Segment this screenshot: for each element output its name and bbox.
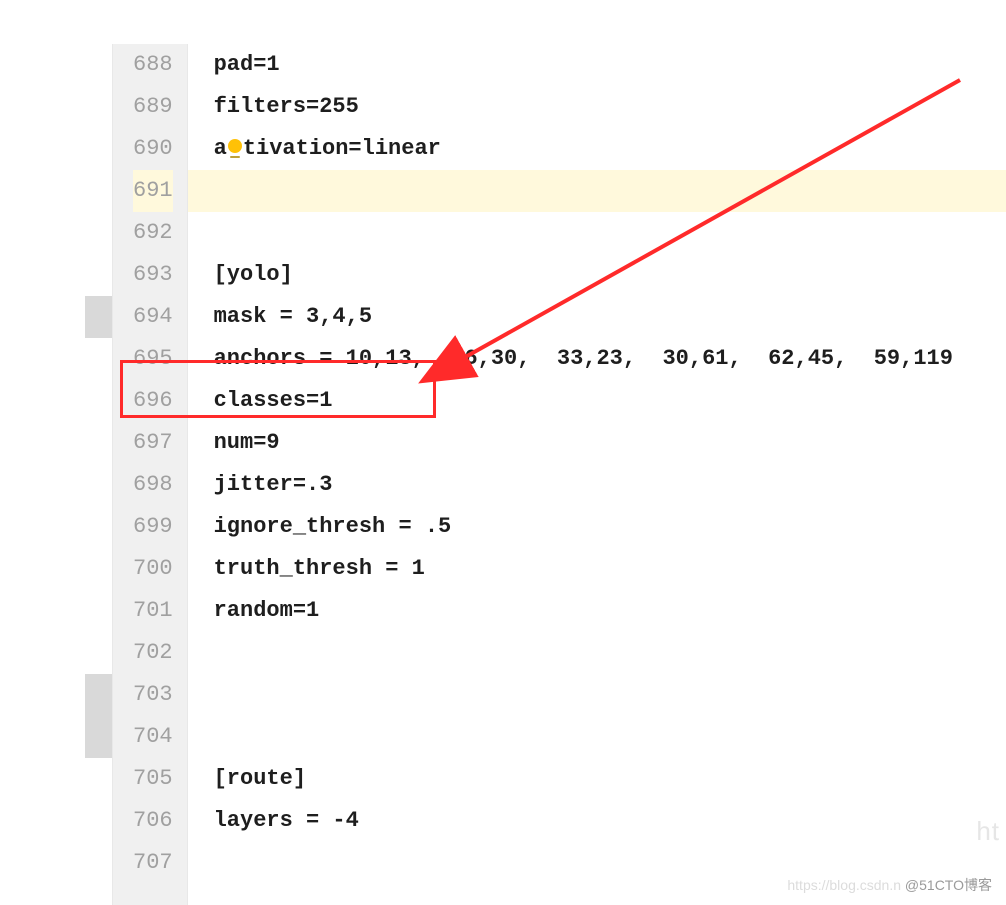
line-number: 700 <box>133 548 173 590</box>
code-line[interactable] <box>188 212 1006 254</box>
code-line[interactable]: num=9 <box>188 422 1006 464</box>
watermark-right: ht <box>976 816 1000 847</box>
line-number: 691 <box>133 170 173 212</box>
line-number: 689 <box>133 86 173 128</box>
line-number: 705 <box>133 758 173 800</box>
change-mark <box>85 296 113 338</box>
code-line[interactable] <box>188 716 1006 758</box>
line-number: 701 <box>133 590 173 632</box>
line-number: 703 <box>133 674 173 716</box>
code-line[interactable]: ignore_thresh = .5 <box>188 506 1006 548</box>
code-area[interactable]: pad=1 filters=255 a tivation=linear [yolo… <box>188 44 1006 905</box>
code-line[interactable]: random=1 <box>188 590 1006 632</box>
code-line[interactable]: pad=1 <box>188 44 1006 86</box>
line-number: 688 <box>133 44 173 86</box>
code-line[interactable]: [route] <box>188 758 1006 800</box>
code-line[interactable]: truth_thresh = 1 <box>188 548 1006 590</box>
line-number: 699 <box>133 506 173 548</box>
code-line-current[interactable] <box>188 170 1006 212</box>
code-line[interactable]: a tivation=linear <box>188 128 1006 170</box>
code-text: tivation=linear <box>243 136 441 161</box>
code-line[interactable]: [yolo] <box>188 254 1006 296</box>
line-number: 693 <box>133 254 173 296</box>
line-number: 694 <box>133 296 173 338</box>
code-line[interactable]: classes=1 <box>188 380 1006 422</box>
code-line[interactable] <box>188 632 1006 674</box>
line-number: 704 <box>133 716 173 758</box>
line-number-gutter: 688 689 690 691 692 693 694 695 696 697 … <box>113 44 188 905</box>
code-line[interactable]: filters=255 <box>188 86 1006 128</box>
line-number: 697 <box>133 422 173 464</box>
line-number: 690 <box>133 128 173 170</box>
line-number: 692 <box>133 212 173 254</box>
code-line[interactable]: mask = 3,4,5 <box>188 296 1006 338</box>
code-line[interactable]: anchors = 10,13, 16,30, 33,23, 30,61, 62… <box>188 338 1006 380</box>
line-number: 706 <box>133 800 173 842</box>
line-number: 696 <box>133 380 173 422</box>
line-number: 695 <box>133 338 173 380</box>
line-number: 698 <box>133 464 173 506</box>
line-number: 707 <box>133 842 173 884</box>
change-mark <box>85 674 113 758</box>
watermark-csdn: https://blog.csdn.n <box>787 877 901 893</box>
code-line[interactable]: jitter=.3 <box>188 464 1006 506</box>
line-number: 702 <box>133 632 173 674</box>
lightbulb-icon[interactable] <box>228 139 242 153</box>
code-editor[interactable]: 688 689 690 691 692 693 694 695 696 697 … <box>113 44 1006 905</box>
watermark-51cto: @51CTO博客 <box>905 877 992 893</box>
code-text: a <box>214 136 227 161</box>
code-line[interactable] <box>188 674 1006 716</box>
watermark-bottom: https://blog.csdn.n @51CTO博客 <box>787 875 992 895</box>
code-line[interactable]: layers = -4 <box>188 800 1006 842</box>
